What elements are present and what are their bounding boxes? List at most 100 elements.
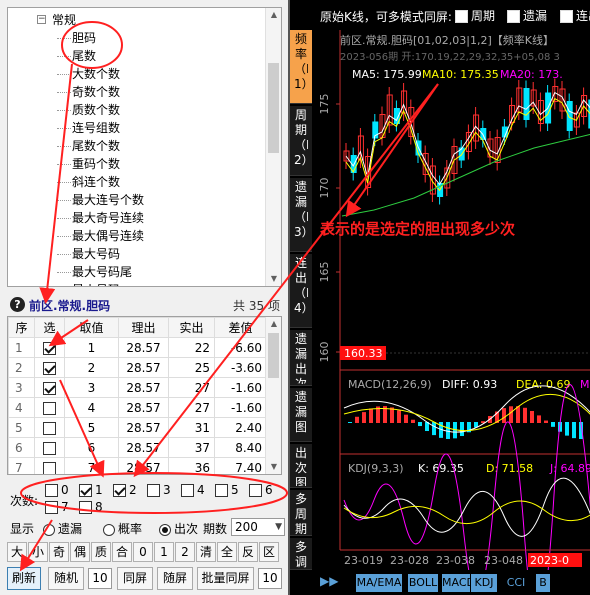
tree-item[interactable]: 最大号码尾 [8,263,268,281]
times-checkbox[interactable] [45,501,58,514]
table-row[interactable]: 1 1 28.57 22 -6.60 [8,337,267,358]
tree-item[interactable]: 重码个数 [8,155,268,173]
tree-item[interactable]: 质数个数 [8,101,268,119]
select-checkbox[interactable] [43,441,56,455]
tree-item[interactable]: 奇数个数 [8,83,268,101]
table-scrollbar[interactable]: ▲ ▼ [265,317,281,474]
scroll-down-icon[interactable]: ▼ [266,460,281,474]
select-checkbox[interactable] [43,381,56,395]
indicator-tree[interactable]: − 常规 胆码 尾数 大数个数 奇数个数 质数个数 连号组数 尾数个数 重码个数 斜连个数 最大连号个… [7,7,282,287]
select-checkbox[interactable] [43,401,56,415]
select-checkbox[interactable] [43,461,56,474]
quick-button[interactable]: 全 [217,542,237,562]
times-option-1[interactable]: 1 [79,483,103,497]
table-row[interactable]: 2 2 28.57 25 -3.60 [8,357,267,378]
vtab[interactable]: 遗漏（F3） [290,178,312,252]
vtab[interactable]: 出次图 [290,444,312,488]
display-radio-0[interactable]: 遗漏 [43,520,82,537]
quick-button[interactable]: 质 [91,542,111,562]
times-option-6[interactable]: 6 [249,483,273,497]
times-option-3[interactable]: 3 [147,483,171,497]
select-cell[interactable] [34,397,65,418]
follow-screen-button[interactable]: 随屏 [157,567,193,590]
tree-root[interactable]: − 常规 [8,11,268,29]
times-checkbox[interactable] [45,484,58,497]
column-header[interactable]: 取值 [64,317,119,338]
fast-forward-icon[interactable]: ▶▶ [320,574,338,588]
tree-item[interactable]: 尾数 [8,47,268,65]
radio-button[interactable] [159,523,171,536]
tree-item[interactable]: 最大偶号连续 [8,227,268,245]
vtab[interactable]: 多调 [290,538,312,570]
column-header[interactable]: 理出 [118,317,169,338]
quick-button[interactable]: 反 [238,542,258,562]
batch-same-screen-button[interactable]: 批量同屏 [197,567,254,590]
select-cell[interactable] [34,337,65,358]
random-button[interactable]: 随机 [48,567,84,590]
quick-button[interactable]: 0 [133,542,153,562]
topbar-option[interactable]: 遗漏 [507,7,547,24]
times-option-5[interactable]: 5 [215,483,239,497]
select-cell[interactable] [34,457,65,474]
vtab[interactable]: 遗漏图 [290,388,312,442]
topbar-checkbox[interactable] [507,10,520,23]
select-checkbox[interactable] [43,421,56,435]
times-checkbox[interactable] [249,484,262,497]
vtab[interactable]: 多周期 [290,490,312,536]
tree-item[interactable]: 最大号码 [8,245,268,263]
quick-button[interactable]: 大 [7,542,27,562]
random-count-input[interactable]: 10 [88,568,112,589]
times-option-7[interactable]: 7 [45,500,69,514]
help-icon[interactable]: ? [10,297,25,312]
period-select[interactable]: 200 ▼ [231,518,285,536]
tree-item[interactable]: 斜连个数 [8,173,268,191]
radio-button[interactable] [103,523,115,536]
tree-item[interactable]: 连号组数 [8,119,268,137]
times-option-4[interactable]: 4 [181,483,205,497]
times-checkbox[interactable] [147,484,160,497]
times-checkbox[interactable] [79,501,92,514]
tree-scroll-thumb[interactable] [268,63,279,153]
select-cell[interactable] [34,377,65,398]
refresh-button[interactable]: 刷新 [7,567,41,590]
tree-item[interactable]: 最小号码 [8,281,268,286]
quick-button[interactable]: 小 [28,542,48,562]
indicator-tab[interactable]: KDJ [471,574,497,592]
column-header[interactable]: 实出 [168,317,215,338]
quick-button[interactable]: 1 [154,542,174,562]
batch-count-input[interactable]: 10 [258,568,282,589]
column-header[interactable]: 选 [34,317,65,338]
scroll-down-icon[interactable]: ▼ [266,272,281,286]
vtab[interactable]: 连出（F4） [290,254,312,328]
scroll-up-icon[interactable]: ▲ [266,8,281,22]
tree-item[interactable]: 最大奇号连续 [8,209,268,227]
select-checkbox[interactable] [43,341,56,355]
topbar-checkbox[interactable] [455,10,468,23]
display-radio-1[interactable]: 概率 [103,520,142,537]
vtab[interactable]: 周期（F2） [290,106,312,176]
indicator-tab[interactable]: MACD [442,574,475,592]
table-row[interactable]: 6 6 28.57 37 8.40 [8,437,267,458]
column-header[interactable]: 差值 [214,317,267,338]
times-checkbox[interactable] [113,484,126,497]
select-cell[interactable] [34,357,65,378]
table-scroll-thumb[interactable] [268,333,279,378]
times-checkbox[interactable] [79,484,92,497]
times-checkbox[interactable] [181,484,194,497]
vtab[interactable]: 遗漏出次 [290,330,312,386]
table-row[interactable]: 7 7 28.57 36 7.40 [8,457,267,474]
scroll-up-icon[interactable]: ▲ [266,317,281,331]
quick-button[interactable]: 清 [196,542,216,562]
indicator-tab[interactable]: MA/EMA [356,574,402,592]
indicator-tab[interactable]: B [536,574,550,592]
table-row[interactable]: 3 3 28.57 27 -1.60 [8,377,267,398]
tree-scrollbar[interactable]: ▲ ▼ [265,8,281,286]
select-cell[interactable] [34,417,65,438]
quick-button[interactable]: 区 [259,542,279,562]
quick-button[interactable]: 奇 [49,542,69,562]
times-option-8[interactable]: 8 [79,500,103,514]
tree-item[interactable]: 胆码 [8,29,268,47]
times-option-0[interactable]: 0 [45,483,69,497]
quick-button[interactable]: 2 [175,542,195,562]
tree-item[interactable]: 最大连号个数 [8,191,268,209]
